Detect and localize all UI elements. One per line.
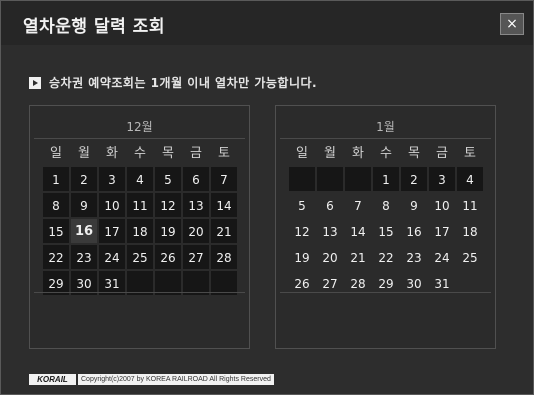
- day-cell[interactable]: 18: [126, 218, 154, 244]
- day-cell[interactable]: 19: [154, 218, 182, 244]
- day-cell[interactable]: 27: [182, 244, 210, 270]
- empty-day-cell: [344, 166, 372, 192]
- weekday-header: 토: [464, 146, 476, 161]
- day-cell[interactable]: 24: [428, 244, 456, 270]
- day-cell[interactable]: 14: [344, 218, 372, 244]
- day-cell[interactable]: 25: [456, 244, 484, 270]
- day-cell[interactable]: 18: [456, 218, 484, 244]
- copyright-text: Copyright(c)2007 by KOREA RAILROAD All R…: [78, 374, 274, 385]
- weekday-header: 금: [436, 146, 448, 161]
- day-cell[interactable]: 28: [210, 244, 238, 270]
- day-cell[interactable]: 20: [316, 244, 344, 270]
- month-label: 1월: [376, 120, 395, 134]
- day-cell[interactable]: 21: [344, 244, 372, 270]
- day-cell[interactable]: 21: [210, 218, 238, 244]
- weekday-header: 일: [296, 146, 308, 161]
- day-cell[interactable]: 16: [70, 218, 98, 244]
- day-cell[interactable]: 4: [456, 166, 484, 192]
- day-cell[interactable]: 5: [154, 166, 182, 192]
- day-cell[interactable]: 13: [316, 218, 344, 244]
- day-cell[interactable]: 16: [400, 218, 428, 244]
- empty-day-cell: [316, 166, 344, 192]
- weekday-header: 토: [218, 146, 230, 161]
- divider: [34, 292, 245, 293]
- day-cell[interactable]: 8: [372, 192, 400, 218]
- day-cell[interactable]: 23: [400, 244, 428, 270]
- day-cell[interactable]: 8: [42, 192, 70, 218]
- calendar-panel-january: 1월 일 월 화 수 목 금 토 1 2 3 4 5 6 7 8 9 10 11 12 13 14 15 16 17 18 19 2…: [275, 105, 496, 349]
- day-cell[interactable]: 15: [372, 218, 400, 244]
- day-cell[interactable]: 12: [288, 218, 316, 244]
- day-cell[interactable]: 22: [372, 244, 400, 270]
- title-bar: 열차운행 달력 조회 ×: [1, 1, 533, 45]
- day-cell[interactable]: 11: [456, 192, 484, 218]
- weekday-header: 화: [352, 146, 364, 161]
- weekday-header: 일: [50, 146, 62, 161]
- divider: [34, 138, 245, 139]
- weekday-header: 화: [106, 146, 118, 161]
- calendar-panel-december: 12월 일 월 화 수 목 금 토 1 2 3 4 5 6 7 8 9 10 11 12 13 14 15 16 17 18 19…: [29, 105, 250, 349]
- day-cell[interactable]: 20: [182, 218, 210, 244]
- empty-day-cell: [288, 166, 316, 192]
- day-cell[interactable]: 22: [42, 244, 70, 270]
- day-cell[interactable]: 13: [182, 192, 210, 218]
- close-button[interactable]: ×: [500, 13, 524, 35]
- day-cell[interactable]: 17: [98, 218, 126, 244]
- day-cell[interactable]: 19: [288, 244, 316, 270]
- calendar-grid: 일 월 화 수 목 금 토 1 2 3 4 5 6 7 8 9 10 11 12 13 14 15 16 17 18 19 20 21…: [42, 142, 238, 296]
- play-bullet-icon: [29, 77, 41, 89]
- day-cell[interactable]: 6: [316, 192, 344, 218]
- day-cell[interactable]: 4: [126, 166, 154, 192]
- day-cell[interactable]: 10: [428, 192, 456, 218]
- day-cell[interactable]: 11: [126, 192, 154, 218]
- weekday-header: 월: [324, 146, 336, 161]
- day-cell[interactable]: 23: [70, 244, 98, 270]
- weekday-header: 수: [134, 146, 146, 161]
- day-cell[interactable]: 9: [400, 192, 428, 218]
- month-label: 12월: [126, 120, 153, 134]
- calendar-grid: 일 월 화 수 목 금 토 1 2 3 4 5 6 7 8 9 10 11 12 13 14 15 16 17 18 19 20 21…: [288, 142, 484, 296]
- day-cell[interactable]: 7: [210, 166, 238, 192]
- day-cell[interactable]: 7: [344, 192, 372, 218]
- day-cell[interactable]: 9: [70, 192, 98, 218]
- day-cell[interactable]: 1: [42, 166, 70, 192]
- day-cell[interactable]: 2: [70, 166, 98, 192]
- day-cell[interactable]: 12: [154, 192, 182, 218]
- day-cell[interactable]: 1: [372, 166, 400, 192]
- day-cell[interactable]: 6: [182, 166, 210, 192]
- korail-logo: KORAIL: [29, 374, 76, 385]
- day-cell[interactable]: 14: [210, 192, 238, 218]
- calendar-window: 열차운행 달력 조회 × 승차권 예약조회는 1개월 이내 열차만 가능합니다.…: [0, 0, 534, 395]
- day-cell[interactable]: 24: [98, 244, 126, 270]
- weekday-header: 목: [408, 146, 420, 161]
- day-cell[interactable]: 3: [98, 166, 126, 192]
- day-cell[interactable]: 3: [428, 166, 456, 192]
- weekday-header: 수: [380, 146, 392, 161]
- divider: [280, 292, 491, 293]
- weekday-header: 금: [190, 146, 202, 161]
- day-cell[interactable]: 25: [126, 244, 154, 270]
- notice-text: 승차권 예약조회는 1개월 이내 열차만 가능합니다.: [49, 76, 318, 90]
- day-cell[interactable]: 26: [154, 244, 182, 270]
- day-cell[interactable]: 17: [428, 218, 456, 244]
- day-cell[interactable]: 2: [400, 166, 428, 192]
- weekday-header: 목: [162, 146, 174, 161]
- day-cell[interactable]: 5: [288, 192, 316, 218]
- weekday-header: 월: [78, 146, 90, 161]
- day-cell[interactable]: 10: [98, 192, 126, 218]
- window-title: 열차운행 달력 조회: [23, 17, 165, 37]
- day-cell[interactable]: 15: [42, 218, 70, 244]
- footer: KORAIL Copyright(c)2007 by KOREA RAILROA…: [29, 374, 274, 385]
- divider: [280, 138, 491, 139]
